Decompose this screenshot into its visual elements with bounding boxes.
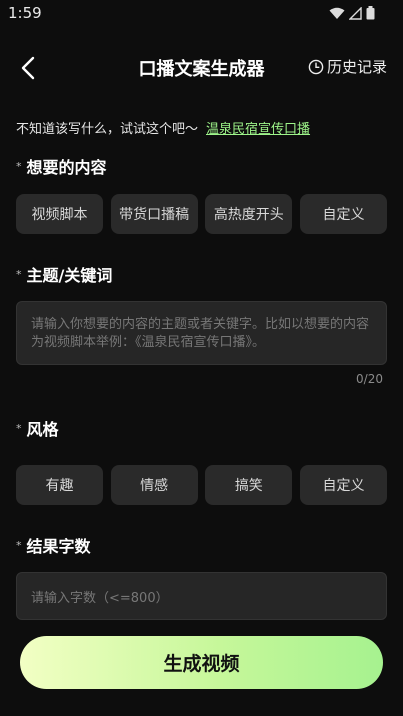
style-option-custom[interactable]: 自定义 — [299, 465, 387, 505]
content-option-custom[interactable]: 自定义 — [299, 194, 387, 234]
signal-icon — [349, 6, 362, 20]
word-count-section-label: * 结果字数 — [16, 533, 91, 557]
style-option-funny[interactable]: 搞笑 — [205, 465, 293, 505]
required-asterisk: * — [16, 159, 22, 173]
style-section-label: * 风格 — [16, 416, 59, 440]
status-time: 1:59 — [8, 4, 42, 22]
status-bar: 1:59 — [0, 0, 403, 28]
header: 口播文案生成器 历史记录 — [0, 44, 403, 90]
style-options: 有趣 情感 搞笑 自定义 — [16, 465, 387, 505]
content-option-video-script[interactable]: 视频脚本 — [16, 194, 103, 234]
generate-video-button[interactable]: 生成视频 — [20, 636, 383, 689]
status-icons — [329, 6, 375, 20]
style-section-title: 风格 — [26, 420, 59, 439]
topic-input[interactable]: 请输入你想要的内容的主题或者关键字。比如以想要的内容为视频脚本举例：《温泉民宿宣… — [16, 301, 387, 365]
word-count-input[interactable]: 请输入字数（<=800） — [16, 572, 387, 620]
style-option-emotional[interactable]: 情感 — [110, 465, 198, 505]
topic-section-label: * 主题/关键词 — [16, 262, 112, 286]
style-option-fun[interactable]: 有趣 — [16, 465, 103, 505]
battery-icon — [366, 6, 375, 20]
word-count-section-title: 结果字数 — [26, 537, 91, 556]
history-label: 历史记录 — [326, 58, 387, 76]
topic-char-counter: 0/20 — [356, 372, 383, 386]
content-option-sales-script[interactable]: 带货口播稿 — [110, 194, 198, 234]
topic-section-title: 主题/关键词 — [26, 266, 113, 285]
required-asterisk: * — [16, 421, 22, 435]
required-asterisk: * — [16, 267, 22, 281]
clock-icon — [308, 59, 324, 74]
content-option-hot-opening[interactable]: 高热度开头 — [205, 194, 293, 234]
required-asterisk: * — [16, 538, 22, 552]
wifi-icon — [329, 7, 345, 19]
example-link[interactable]: 温泉民宿宣传口播 — [206, 122, 310, 137]
content-section-title: 想要的内容 — [26, 158, 107, 177]
content-options: 视频脚本 带货口播稿 高热度开头 自定义 — [16, 194, 387, 234]
hint-text: 不知道该写什么，试试这个吧～ — [16, 122, 199, 137]
content-section-label: * 想要的内容 — [16, 154, 107, 178]
hint-line: 不知道该写什么，试试这个吧～ 温泉民宿宣传口播 — [16, 118, 310, 137]
history-button[interactable]: 历史记录 — [308, 56, 387, 77]
